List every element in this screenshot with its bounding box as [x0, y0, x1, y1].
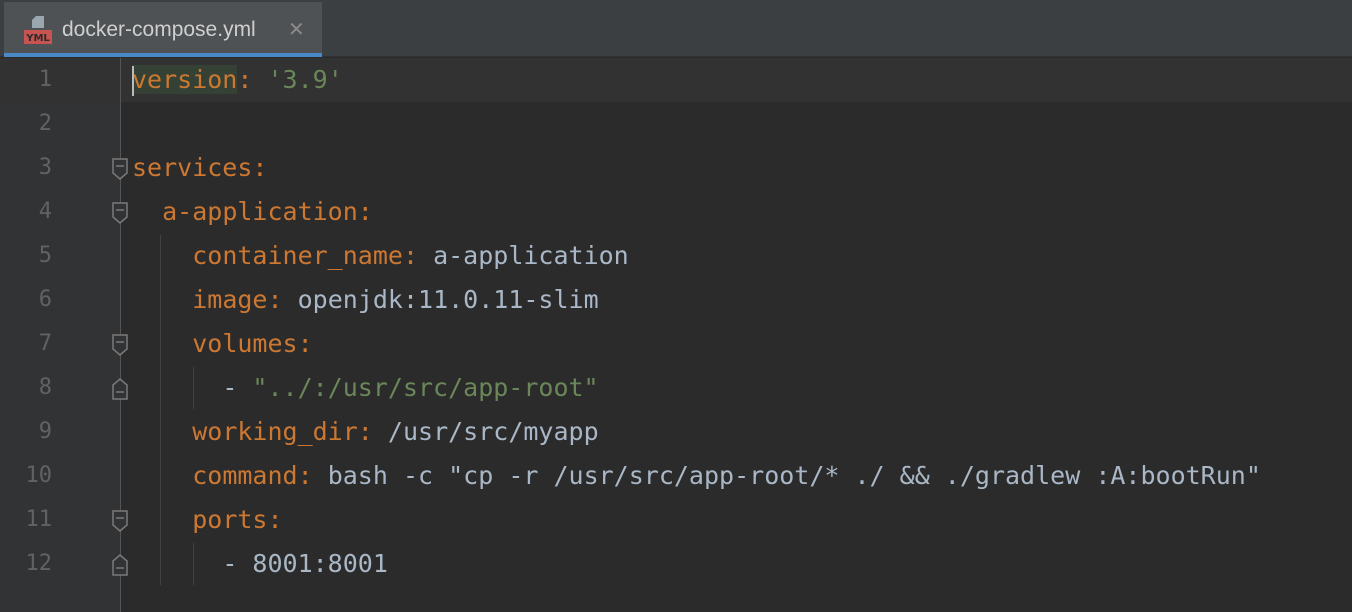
code-line[interactable]: command: bash -c "cp -r /usr/src/app-roo…	[132, 454, 1261, 498]
colon: :	[357, 417, 373, 446]
colon: :	[252, 153, 268, 182]
text-caret	[132, 66, 134, 96]
yaml-value: /usr/src/myapp	[387, 417, 599, 446]
line-number: 7	[38, 331, 52, 356]
line-number: 9	[38, 419, 52, 444]
line-number: 12	[25, 551, 53, 576]
line-number: 11	[25, 507, 53, 532]
line-number: 2	[38, 111, 52, 136]
line-number: 10	[25, 463, 53, 488]
fold-collapse-icon[interactable]	[111, 510, 129, 532]
list-dash: -	[222, 373, 253, 402]
line-number: 3	[38, 155, 52, 180]
line-number: 1	[38, 67, 52, 92]
editor-tab-bar: YML docker-compose.yml ✕	[0, 0, 1352, 57]
fold-collapse-icon[interactable]	[111, 158, 129, 180]
code-line[interactable]: a-application:	[132, 190, 373, 234]
code-line[interactable]: image: openjdk:11.0.11-slim	[132, 278, 599, 322]
yaml-value: 8001:8001	[252, 549, 388, 578]
code-line[interactable]: volumes:	[132, 322, 313, 366]
code-line[interactable]: version: '3.9'	[132, 58, 343, 102]
code-line[interactable]: container_name: a-application	[132, 234, 629, 278]
yaml-string-value: "../:/usr/src/app-root"	[252, 373, 599, 402]
colon: :	[237, 65, 253, 94]
colon: :	[357, 197, 373, 226]
tab-docker-compose[interactable]: YML docker-compose.yml ✕	[4, 2, 322, 57]
active-tab-indicator	[4, 53, 322, 57]
yaml-key: ports	[192, 505, 268, 534]
yaml-key: container_name	[192, 241, 403, 270]
yaml-value: bash -c "cp -r /usr/src/app-root/* ./ &&…	[327, 461, 1261, 490]
line-number: 5	[38, 243, 52, 268]
fold-collapse-icon[interactable]	[111, 202, 129, 224]
fold-collapse-icon[interactable]	[111, 334, 129, 356]
svg-text:YML: YML	[25, 33, 50, 44]
code-line[interactable]: working_dir: /usr/src/myapp	[132, 410, 599, 454]
line-number: 6	[38, 287, 52, 312]
line-number: 4	[38, 199, 52, 224]
yaml-key: image	[192, 285, 268, 314]
yaml-key: working_dir	[192, 417, 358, 446]
yaml-key: a-application	[162, 197, 358, 226]
fold-end-icon[interactable]	[111, 554, 129, 576]
code-line[interactable]: - 8001:8001	[132, 542, 388, 586]
close-icon[interactable]: ✕	[288, 17, 305, 41]
yaml-value: a-application	[433, 241, 629, 270]
yaml-key: version	[132, 65, 238, 94]
yaml-value: openjdk:11.0.11-slim	[297, 285, 599, 314]
yaml-key: volumes	[192, 329, 298, 358]
line-number: 8	[38, 375, 52, 400]
colon: :	[297, 329, 313, 358]
fold-end-icon[interactable]	[111, 378, 129, 400]
code-line[interactable]: services:	[132, 146, 267, 190]
yaml-key: services	[132, 153, 253, 182]
colon: :	[267, 505, 283, 534]
yaml-key: command	[192, 461, 298, 490]
tab-title: docker-compose.yml	[62, 18, 256, 41]
code-line[interactable]: ports:	[132, 498, 283, 542]
colon: :	[297, 461, 313, 490]
yaml-string-value: '3.9'	[267, 65, 343, 94]
colon: :	[402, 241, 418, 270]
yml-file-icon: YML	[24, 16, 52, 44]
list-dash: -	[222, 549, 253, 578]
code-line[interactable]: - "../:/usr/src/app-root"	[132, 366, 599, 410]
colon: :	[267, 285, 283, 314]
